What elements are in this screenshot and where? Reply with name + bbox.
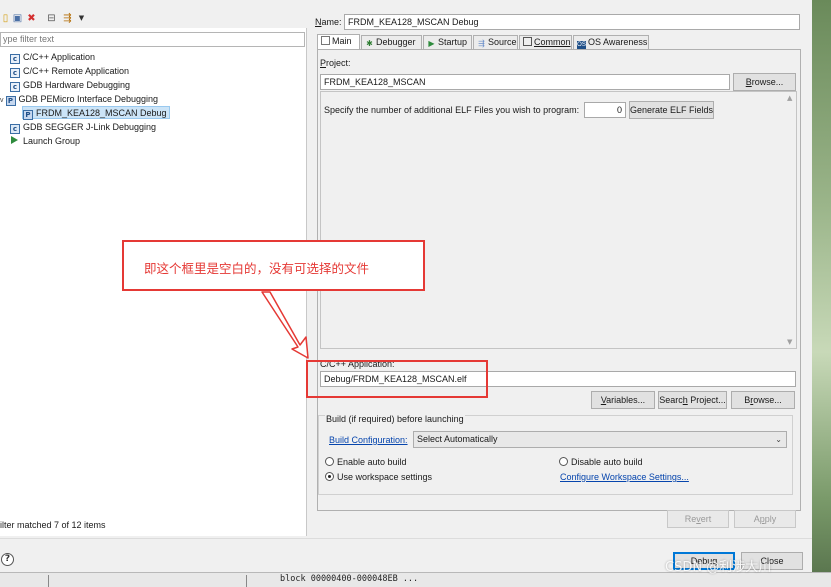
tree-item-gdb-segger[interactable]: c GDB SEGGER J-Link Debugging xyxy=(10,121,156,134)
build-config-select[interactable]: Select Automatically ⌄ xyxy=(413,431,787,448)
project-field[interactable]: FRDM_KEA128_MSCAN xyxy=(320,74,730,90)
tree-item-gdb-hardware[interactable]: c GDB Hardware Debugging xyxy=(10,79,130,92)
elf-files-group: Specify the number of additional ELF Fil… xyxy=(320,91,797,349)
radio-label: Use workspace settings xyxy=(337,472,433,482)
elf-count-field[interactable]: 0 xyxy=(584,102,626,118)
help-icon[interactable]: ? xyxy=(1,553,14,566)
divider xyxy=(246,575,247,587)
build-group: Build (if required) before launching Bui… xyxy=(318,414,793,495)
use-workspace-radio[interactable]: Use workspace settings xyxy=(325,472,432,482)
revert-button[interactable]: Revert xyxy=(667,510,729,528)
annotation-highlight-box xyxy=(306,360,488,398)
background-desktop xyxy=(812,0,831,587)
c-config-icon: c xyxy=(10,54,20,64)
radio-icon xyxy=(325,457,334,466)
collapse-all-icon[interactable]: ⊟ xyxy=(46,13,57,24)
build-config-link[interactable]: Build Configuration: xyxy=(329,435,408,445)
pemicro-icon: P xyxy=(23,110,33,120)
tree-item-c-app[interactable]: c C/C++ Application xyxy=(10,51,95,64)
elf-prompt: Specify the number of additional ELF Fil… xyxy=(324,105,580,115)
tree-item-label: C/C++ Remote Application xyxy=(23,66,130,76)
tab-label: Common xyxy=(534,37,571,47)
tab-label: OS Awareness xyxy=(588,37,648,47)
tree-item-c-remote-app[interactable]: c C/C++ Remote Application xyxy=(10,65,129,78)
build-config-value: Select Automatically xyxy=(417,434,498,444)
watermark: CSDN @利涉大川 xyxy=(665,560,772,575)
c-config-icon: c xyxy=(10,68,20,78)
tree-item-launch-group[interactable]: Launch Group xyxy=(10,135,80,148)
apply-button[interactable]: Apply xyxy=(734,510,796,528)
name-label: Name: xyxy=(315,17,342,27)
tree-item-label: GDB SEGGER J-Link Debugging xyxy=(23,122,157,132)
disable-auto-build-radio[interactable]: Disable auto build xyxy=(559,457,643,467)
tab-os-awareness[interactable]: OS OS Awareness xyxy=(573,35,649,50)
launch-group-icon xyxy=(11,136,18,144)
tree-item-label: Launch Group xyxy=(23,136,81,146)
common-icon xyxy=(523,37,532,46)
annotation-callout: 即这个框里是空白的，没有可选择的文件 xyxy=(122,240,425,291)
console-line: block 00000400-000048EB ... xyxy=(280,574,419,584)
tree-item-gdb-pemicro[interactable]: v P GDB PEMicro Interface Debugging xyxy=(0,93,158,106)
browse-project-button[interactable]: Browse... xyxy=(733,73,796,91)
filter-status: ilter matched 7 of 12 items xyxy=(0,520,106,530)
browse-app-button[interactable]: Browse... xyxy=(731,391,795,409)
main-tab-icon xyxy=(321,36,330,45)
duplicate-icon[interactable]: ▣ xyxy=(12,13,23,24)
configure-workspace-link[interactable]: Configure Workspace Settings... xyxy=(560,472,689,482)
tree-item-label: GDB Hardware Debugging xyxy=(23,80,131,90)
left-toolbar: ▯ ▣ ✖ ⊟ ⇶ ▼ xyxy=(0,10,307,28)
tab-main[interactable]: Main xyxy=(317,34,360,49)
new-config-icon[interactable]: ▯ xyxy=(0,13,11,24)
tab-source[interactable]: ⇶ Source xyxy=(473,35,518,49)
chevron-down-icon: ⌄ xyxy=(775,435,782,444)
name-field[interactable]: FRDM_KEA128_MSCAN Debug xyxy=(344,14,800,30)
bug-icon: ✱ xyxy=(366,39,373,48)
scroll-up-icon[interactable]: ▲ xyxy=(787,94,792,102)
tab-common[interactable]: Common xyxy=(519,35,572,49)
c-config-icon: c xyxy=(10,124,20,134)
variables-button[interactable]: Variables... xyxy=(591,391,655,409)
divider xyxy=(48,575,49,587)
generate-elf-button[interactable]: Generate ELF Fields xyxy=(629,101,714,119)
radio-icon xyxy=(559,457,568,466)
build-group-label: Build (if required) before launching xyxy=(325,414,465,424)
tree-item-label: GDB PEMicro Interface Debugging xyxy=(18,94,159,104)
tab-debugger[interactable]: ✱ Debugger xyxy=(361,35,422,49)
pemicro-icon: P xyxy=(5,96,16,106)
delete-icon[interactable]: ✖ xyxy=(26,13,37,24)
radio-label: Enable auto build xyxy=(337,457,407,467)
tab-label: Main xyxy=(332,36,352,46)
project-label: Project: xyxy=(320,58,351,68)
radio-label: Disable auto build xyxy=(571,457,643,467)
scrollbar[interactable]: ▲ ▼ xyxy=(786,92,796,348)
filter-input[interactable]: ype filter text xyxy=(0,32,305,47)
search-project-button[interactable]: Search Project... xyxy=(658,391,727,409)
chevron-down-icon[interactable]: ▼ xyxy=(76,13,87,24)
enable-auto-build-radio[interactable]: Enable auto build xyxy=(325,457,407,467)
scroll-down-icon[interactable]: ▼ xyxy=(787,338,792,346)
tab-label: Startup xyxy=(438,37,468,47)
c-config-icon: c xyxy=(10,82,20,92)
tree-item-label: FRDM_KEA128_MSCAN Debug xyxy=(36,108,167,118)
tree-item-frdm-debug[interactable]: P FRDM_KEA128_MSCAN Debug xyxy=(22,106,170,120)
radio-checked-icon xyxy=(325,472,334,481)
play-icon: ▶ xyxy=(428,39,435,48)
source-icon: ⇶ xyxy=(478,39,485,48)
filter-icon[interactable]: ⇶ xyxy=(62,13,73,24)
annotation-text: 即这个框里是空白的，没有可选择的文件 xyxy=(144,261,370,276)
chevron-down-icon[interactable]: v xyxy=(0,97,4,104)
tab-label: Source xyxy=(488,37,517,47)
tab-startup[interactable]: ▶ Startup xyxy=(423,35,472,49)
tab-label: Debugger xyxy=(376,37,416,47)
tree-item-label: C/C++ Application xyxy=(23,52,96,62)
